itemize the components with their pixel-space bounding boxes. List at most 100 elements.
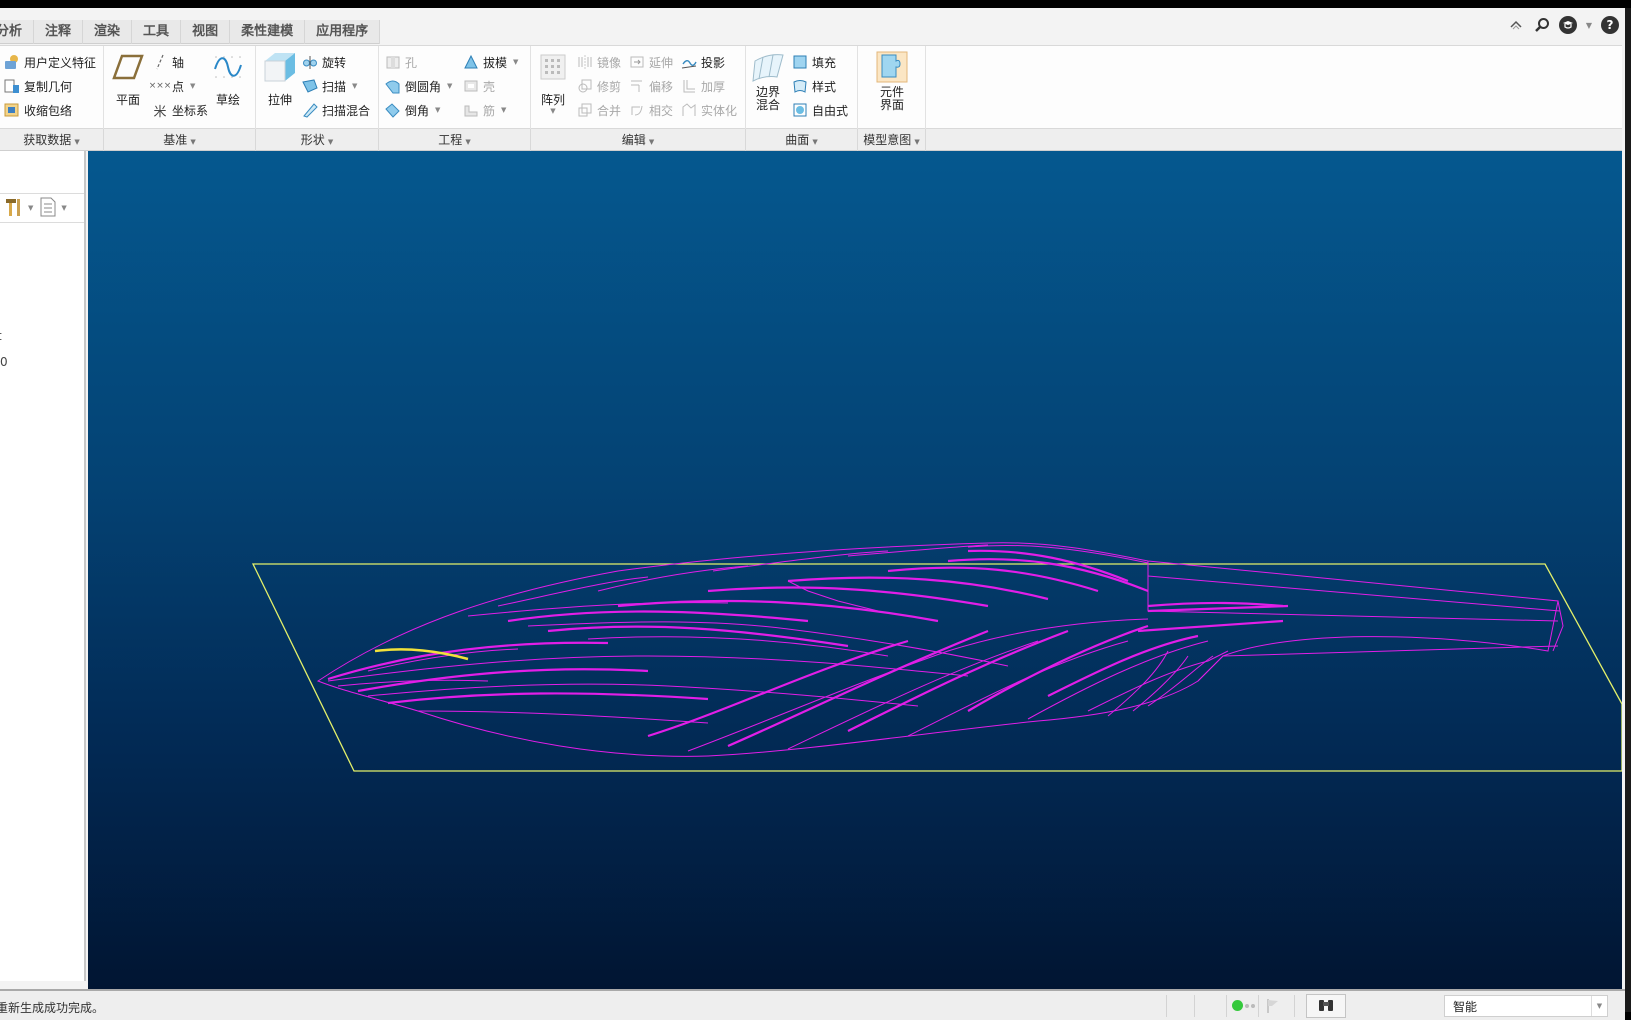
selection-filter-dropdown[interactable]: 智能 ▼ bbox=[1444, 995, 1608, 1017]
datum-plane-icon bbox=[111, 50, 145, 84]
screen-right-border bbox=[1625, 8, 1631, 1012]
axis-icon bbox=[152, 54, 168, 70]
group-editing: 阵列 ▼ 镜像 修剪 合并 延伸 偏移 相交 投影 加厚 实体化 bbox=[531, 46, 746, 130]
style-button[interactable]: 样式 bbox=[792, 75, 836, 97]
thicken-button[interactable]: 加厚 bbox=[681, 75, 725, 97]
ribbon: 用户定义特征 复制几何 收缩包络 平面 轴 ××× 点 ▼ 米 坐标系 草绘 拉… bbox=[0, 45, 1622, 130]
regen-status-icon bbox=[1232, 1000, 1243, 1011]
hole-icon bbox=[385, 54, 401, 70]
tree-item-text[interactable]: t bbox=[0, 329, 2, 343]
tab-annotate[interactable]: 注释 bbox=[34, 20, 84, 44]
shell-button[interactable]: 壳 bbox=[463, 75, 495, 97]
tree-settings-button[interactable]: ▼ bbox=[4, 197, 33, 220]
extrude-button[interactable]: 拉伸 bbox=[260, 50, 300, 107]
search-icon[interactable] bbox=[1533, 16, 1551, 34]
intersect-button[interactable]: 相交 bbox=[629, 99, 673, 121]
status-divider bbox=[1294, 995, 1295, 1017]
mirror-button[interactable]: 镜像 bbox=[577, 51, 621, 73]
screen-top-border bbox=[0, 0, 1631, 8]
group-label-get-data[interactable]: 获取数据 ▼ bbox=[0, 129, 104, 151]
draft-button[interactable]: 拔模 ▼ bbox=[463, 51, 518, 73]
community-icon[interactable] bbox=[1559, 16, 1577, 34]
regen-status-indicator[interactable] bbox=[1232, 1000, 1255, 1011]
rib-button[interactable]: 筋 ▼ bbox=[463, 99, 506, 121]
extrude-icon bbox=[263, 50, 297, 84]
boundary-blend-icon bbox=[751, 50, 785, 84]
tab-tools[interactable]: 工具 bbox=[132, 20, 182, 44]
freestyle-button[interactable]: 自由式 bbox=[792, 99, 848, 121]
udf-button[interactable]: 用户定义特征 bbox=[4, 51, 96, 73]
group-label-datum[interactable]: 基准 ▼ bbox=[104, 129, 256, 151]
component-interface-button[interactable]: 元件 界面 bbox=[872, 50, 912, 112]
tab-render[interactable]: 渲染 bbox=[83, 20, 133, 44]
dropdown-icon[interactable]: ▼ bbox=[1585, 16, 1593, 34]
show-list-button[interactable]: ▼ bbox=[39, 197, 67, 220]
group-label-engineering[interactable]: 工程 ▼ bbox=[379, 129, 531, 151]
tab-analysis[interactable]: 分析 bbox=[0, 20, 35, 44]
solidify-button[interactable]: 实体化 bbox=[681, 99, 737, 121]
panel-splitter[interactable] bbox=[84, 151, 86, 981]
graphics-viewport[interactable] bbox=[88, 151, 1622, 989]
revolve-icon bbox=[302, 54, 318, 70]
chevron-down-icon[interactable]: ▼ bbox=[513, 58, 518, 66]
chevron-down-icon[interactable]: ▼ bbox=[352, 82, 357, 90]
flag-icon[interactable] bbox=[1266, 998, 1280, 1014]
sweep-button[interactable]: 扫描 ▼ bbox=[302, 75, 357, 97]
pattern-button[interactable]: 阵列 ▼ bbox=[535, 50, 571, 115]
revolve-button[interactable]: 旋转 bbox=[302, 51, 346, 73]
tab-view[interactable]: 视图 bbox=[181, 20, 231, 44]
group-label-surfaces[interactable]: 曲面 ▼ bbox=[746, 129, 858, 151]
merge-button[interactable]: 合并 bbox=[577, 99, 621, 121]
find-button[interactable] bbox=[1306, 994, 1346, 1018]
chamfer-button[interactable]: 倒角 ▼ bbox=[385, 99, 440, 121]
axis-button[interactable]: 轴 bbox=[152, 51, 184, 73]
point-button[interactable]: ××× 点 ▼ bbox=[148, 75, 196, 97]
shrinkwrap-button[interactable]: 收缩包络 bbox=[4, 99, 72, 121]
chevron-down-icon[interactable]: ▼ bbox=[501, 106, 506, 114]
status-message: 重新生成成功完成。 bbox=[0, 1001, 105, 1015]
copy-geometry-button[interactable]: 复制几何 bbox=[4, 75, 72, 97]
tree-item-text[interactable]: 0 bbox=[0, 355, 8, 369]
round-button[interactable]: 倒圆角 ▼ bbox=[385, 75, 452, 97]
csys-button[interactable]: 米 坐标系 bbox=[152, 99, 208, 121]
project-button[interactable]: 投影 bbox=[681, 51, 725, 73]
extend-button[interactable]: 延伸 bbox=[629, 51, 673, 73]
group-label-editing[interactable]: 编辑 ▼ bbox=[531, 129, 746, 151]
group-shapes: 拉伸 旋转 扫描 ▼ 扫描混合 bbox=[256, 46, 379, 130]
hole-button[interactable]: 孔 bbox=[385, 51, 417, 73]
group-label-shapes[interactable]: 形状 ▼ bbox=[256, 129, 379, 151]
chevron-down-icon: ▼ bbox=[465, 138, 471, 146]
datum-plane bbox=[251, 563, 1622, 772]
chevron-down-icon[interactable]: ▼ bbox=[435, 106, 440, 114]
group-label-model-intent[interactable]: 模型意图 ▼ bbox=[858, 129, 926, 151]
settings-tools-icon bbox=[4, 197, 24, 220]
tab-flexible-modeling[interactable]: 柔性建模 bbox=[230, 20, 306, 44]
chevron-down-icon: ▼ bbox=[190, 138, 196, 146]
chevron-down-icon[interactable]: ▼ bbox=[550, 107, 555, 115]
trim-button[interactable]: 修剪 bbox=[577, 75, 621, 97]
swept-blend-button[interactable]: 扫描混合 bbox=[302, 99, 370, 121]
tab-applications[interactable]: 应用程序 bbox=[305, 20, 381, 44]
sweep-icon bbox=[302, 78, 318, 94]
creo-window: 分析 注释 渲染 工具 视图 柔性建模 应用程序 ▼ ? 用户定义特征 复制几何… bbox=[0, 8, 1625, 1020]
swept-blend-icon bbox=[302, 102, 318, 118]
point-icon: ××× bbox=[148, 81, 172, 91]
status-bar: 重新生成成功完成。 智能 ▼ bbox=[0, 989, 1625, 1020]
group-datum: 平面 轴 ××× 点 ▼ 米 坐标系 草绘 bbox=[104, 46, 256, 130]
chevron-down-icon: ▼ bbox=[648, 138, 655, 146]
boundary-blend-button[interactable]: 边界 混合 bbox=[748, 50, 788, 112]
chevron-down-icon: ▼ bbox=[1591, 996, 1607, 1016]
sketch-button[interactable]: 草绘 bbox=[208, 50, 248, 107]
shrinkwrap-icon bbox=[4, 102, 20, 118]
datum-plane-button[interactable]: 平面 bbox=[108, 50, 148, 107]
chevron-down-icon[interactable]: ▼ bbox=[190, 82, 195, 90]
feather-wireframe bbox=[316, 542, 1564, 757]
chevron-down-icon: ▼ bbox=[28, 204, 34, 212]
fill-button[interactable]: 填充 bbox=[792, 51, 836, 73]
offset-button[interactable]: 偏移 bbox=[629, 75, 673, 97]
group-surfaces: 边界 混合 填充 样式 自由式 bbox=[746, 46, 858, 130]
help-icon[interactable]: ? bbox=[1601, 16, 1619, 34]
extend-icon bbox=[629, 54, 645, 70]
collapse-ribbon-icon[interactable] bbox=[1507, 16, 1525, 34]
chevron-down-icon[interactable]: ▼ bbox=[447, 82, 452, 90]
